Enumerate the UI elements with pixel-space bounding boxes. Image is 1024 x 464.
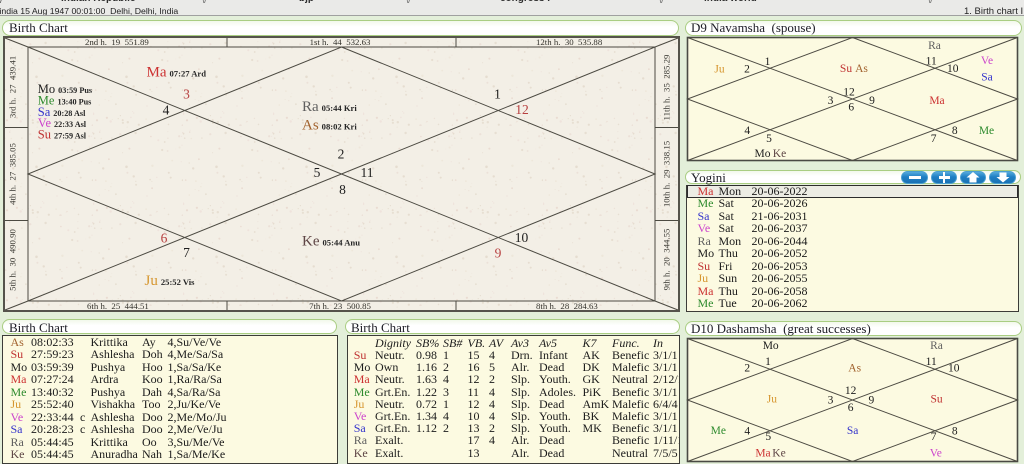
svg-text:4: 4 bbox=[744, 125, 750, 137]
svg-text:8: 8 bbox=[952, 426, 958, 438]
svg-text:6: 6 bbox=[161, 231, 168, 246]
svg-text:9: 9 bbox=[869, 394, 875, 406]
svg-text:6: 6 bbox=[848, 402, 854, 414]
svg-text:Ju: Ju bbox=[714, 64, 724, 76]
svg-text:As: As bbox=[848, 363, 861, 375]
svg-text:12: 12 bbox=[843, 87, 855, 99]
svg-text:8: 8 bbox=[952, 125, 958, 137]
svg-text:11th h. 35 285.29: 11th h. 35 285.29 bbox=[662, 54, 672, 120]
svg-text:3: 3 bbox=[828, 95, 834, 107]
svg-text:7: 7 bbox=[931, 133, 937, 145]
svg-text:Ra: Ra bbox=[930, 340, 943, 352]
svg-text:7: 7 bbox=[183, 245, 190, 260]
svg-text:Ra: Ra bbox=[928, 40, 941, 52]
svg-text:8: 8 bbox=[339, 182, 346, 197]
svg-text:As: As bbox=[855, 63, 868, 75]
svg-text:6: 6 bbox=[848, 102, 854, 114]
svg-text:Ke: Ke bbox=[773, 148, 786, 160]
svg-text:1: 1 bbox=[494, 87, 501, 102]
svg-text:12: 12 bbox=[845, 385, 857, 397]
svg-text:Sa: Sa bbox=[981, 71, 993, 83]
svg-text:10: 10 bbox=[947, 63, 959, 75]
svg-text:12: 12 bbox=[515, 102, 529, 117]
svg-text:8th h. 28 284.63: 8th h. 28 284.63 bbox=[536, 301, 598, 311]
svg-text:Sa: Sa bbox=[847, 425, 859, 437]
svg-text:Ju: Ju bbox=[767, 394, 777, 406]
svg-text:Su: Su bbox=[931, 394, 943, 406]
svg-text:Su: Su bbox=[840, 63, 852, 75]
svg-text:11: 11 bbox=[926, 356, 937, 368]
svg-text:4: 4 bbox=[163, 103, 170, 118]
svg-text:4: 4 bbox=[744, 426, 750, 438]
svg-text:9th h. 20 344.55: 9th h. 20 344.55 bbox=[662, 228, 672, 290]
svg-text:9: 9 bbox=[869, 95, 875, 107]
svg-text:5: 5 bbox=[314, 165, 321, 180]
svg-text:5: 5 bbox=[765, 431, 771, 443]
svg-text:4th h. 27 385.05: 4th h. 27 385.05 bbox=[8, 142, 18, 204]
svg-text:7th h. 23 500.85: 7th h. 23 500.85 bbox=[309, 301, 371, 311]
svg-text:2: 2 bbox=[744, 64, 750, 76]
svg-text:Mo: Mo bbox=[763, 340, 779, 352]
svg-text:Ve: Ve bbox=[981, 55, 993, 67]
svg-text:Me: Me bbox=[711, 425, 726, 437]
svg-text:2: 2 bbox=[744, 363, 750, 375]
svg-text:Ve: Ve bbox=[930, 447, 942, 459]
svg-text:12th h. 30 535.88: 12th h. 30 535.88 bbox=[536, 37, 603, 47]
svg-text:2nd h. 19 551.89: 2nd h. 19 551.89 bbox=[85, 37, 149, 47]
svg-text:5: 5 bbox=[766, 133, 772, 145]
svg-text:3: 3 bbox=[183, 87, 190, 102]
svg-text:10: 10 bbox=[948, 363, 960, 375]
svg-text:Me: Me bbox=[979, 125, 994, 137]
svg-text:Ma: Ma bbox=[755, 447, 770, 459]
svg-text:10th h. 29 338.15: 10th h. 29 338.15 bbox=[662, 140, 672, 207]
svg-text:Mo: Mo bbox=[755, 148, 771, 160]
svg-text:11: 11 bbox=[926, 55, 937, 67]
svg-text:3rd h. 27 439.41: 3rd h. 27 439.41 bbox=[8, 56, 18, 118]
svg-text:1st h. 44 532.63: 1st h. 44 532.63 bbox=[310, 37, 371, 47]
svg-text:1: 1 bbox=[765, 56, 771, 68]
svg-text:5th h. 30 490.90: 5th h. 30 490.90 bbox=[8, 228, 18, 290]
svg-text:Ke: Ke bbox=[772, 447, 785, 459]
svg-text:7: 7 bbox=[931, 431, 937, 443]
svg-text:2: 2 bbox=[338, 147, 345, 162]
svg-text:11: 11 bbox=[361, 165, 374, 180]
svg-text:Ma: Ma bbox=[929, 95, 944, 107]
svg-text:1: 1 bbox=[765, 356, 771, 368]
svg-text:9: 9 bbox=[495, 246, 502, 261]
svg-text:6th h. 25 444.51: 6th h. 25 444.51 bbox=[87, 301, 149, 311]
svg-text:10: 10 bbox=[515, 230, 529, 245]
svg-text:3: 3 bbox=[828, 394, 834, 406]
